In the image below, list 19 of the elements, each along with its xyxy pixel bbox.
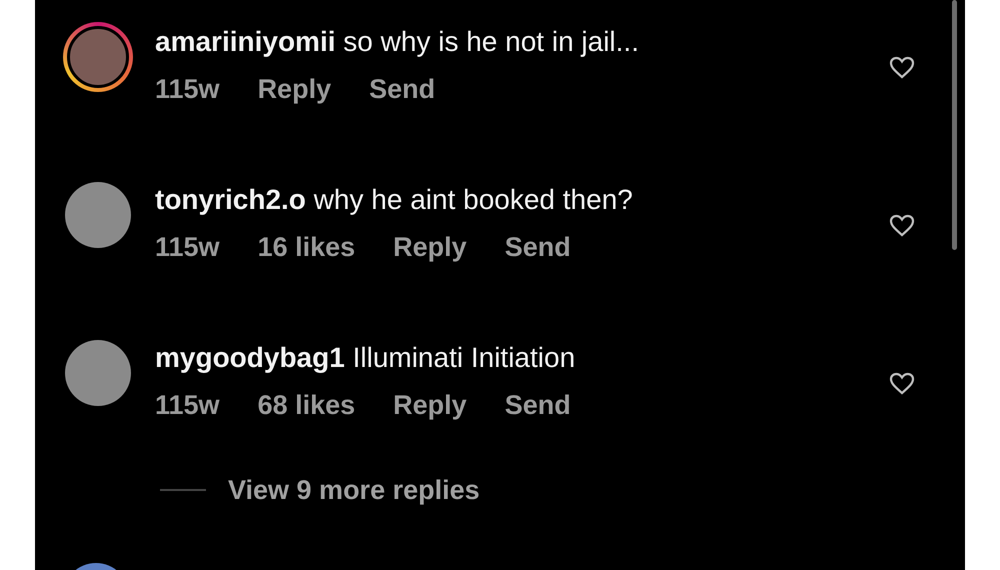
comment-text: mygoodybag1 Illuminati Initiation xyxy=(155,342,576,374)
action-link[interactable]: Reply xyxy=(393,232,467,263)
view-replies-link[interactable]: View 9 more replies xyxy=(228,474,480,506)
action-link[interactable]: Send xyxy=(369,74,436,105)
action-link[interactable]: Send xyxy=(504,390,571,421)
heart-icon[interactable] xyxy=(889,372,915,396)
timestamp: 115w xyxy=(155,390,220,421)
likes-count[interactable]: 16 likes xyxy=(258,232,356,263)
heart-icon[interactable] xyxy=(889,56,915,80)
action-link[interactable]: Reply xyxy=(258,74,332,105)
action-link[interactable]: Reply xyxy=(393,390,467,421)
scrollbar[interactable] xyxy=(952,0,957,250)
timestamp: 115w xyxy=(155,232,220,263)
comment-text: amariiniyomii so why is he not in jail... xyxy=(155,26,640,58)
action-link[interactable]: Send xyxy=(504,232,571,263)
likes-count[interactable]: 68 likes xyxy=(258,390,356,421)
timestamp: 115w xyxy=(155,74,220,105)
comment-text: tonyrich2.o why he aint booked then? xyxy=(155,184,634,216)
heart-icon[interactable] xyxy=(889,214,915,238)
